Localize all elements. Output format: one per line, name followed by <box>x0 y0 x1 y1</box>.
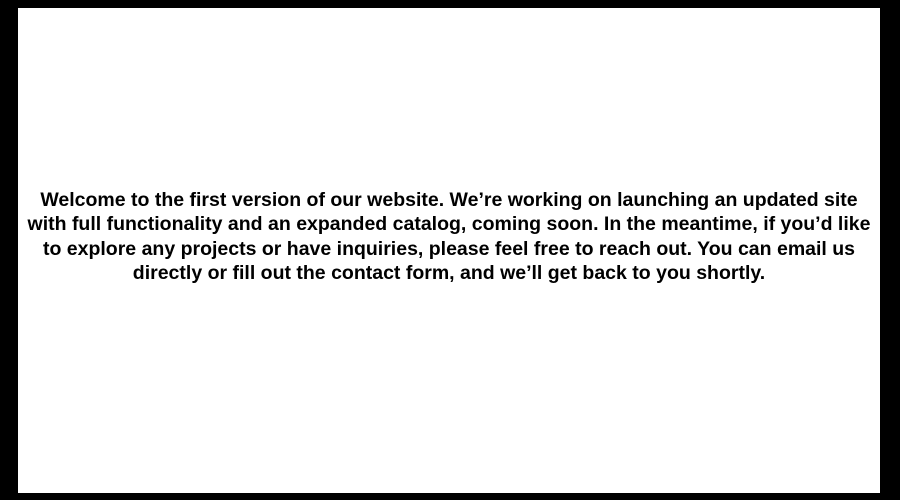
welcome-message: Welcome to the first version of our webs… <box>27 188 871 285</box>
content-panel: Welcome to the first version of our webs… <box>18 8 880 493</box>
page-frame: Welcome to the first version of our webs… <box>0 0 900 500</box>
